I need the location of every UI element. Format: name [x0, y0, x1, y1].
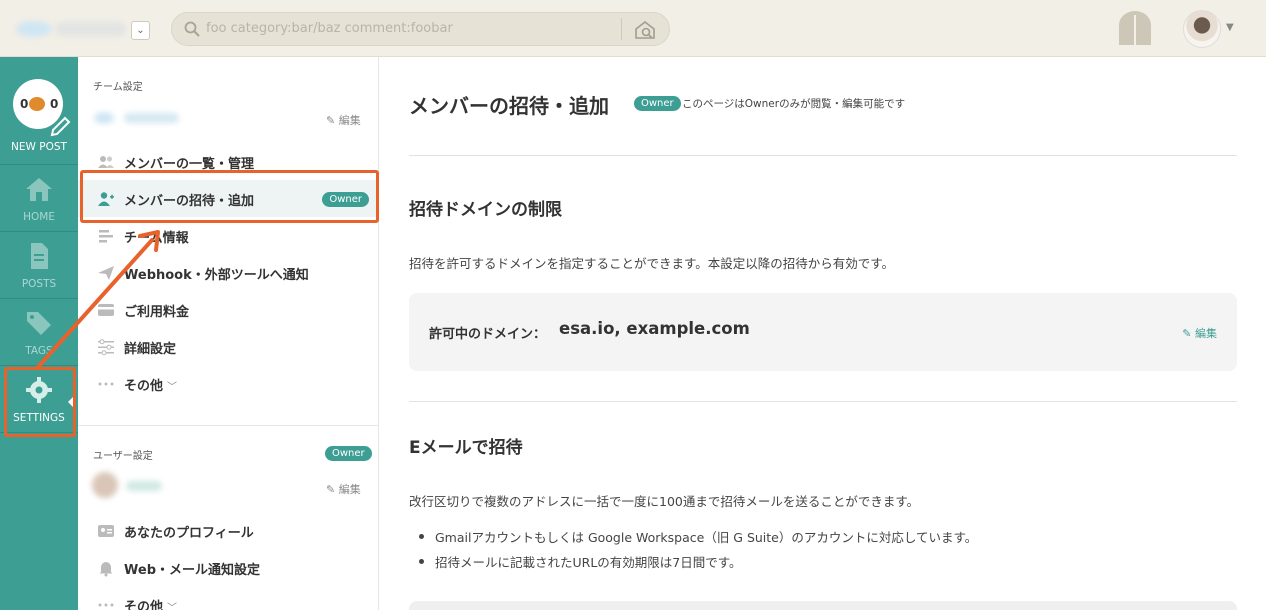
page-title: メンバーの招待・追加 — [409, 94, 609, 118]
left-nav: 0 0 NEW POST HOME POSTS TAGS SETTINGS — [0, 57, 78, 610]
paper-plane-icon — [98, 266, 114, 280]
chevron-down-icon: ﹀ — [167, 382, 178, 393]
main-content: メンバーの招待・追加 Owner このページはOwnerのみが閲覧・編集可能です… — [379, 57, 1266, 610]
search-icon — [184, 21, 200, 37]
id-card-icon — [98, 525, 114, 537]
email-input-area[interactable] — [409, 601, 1237, 610]
team-settings-title: チーム設定 — [93, 82, 143, 93]
highlight-invite-box — [80, 170, 379, 223]
bell-icon — [99, 562, 113, 577]
sidebar-item-profile[interactable]: あなたのプロフィール — [78, 512, 378, 549]
team-edit-link[interactable]: ✎ 編集 — [326, 112, 361, 128]
list-item: 招待メールに記載されたURLの有効期限は7日間です。 — [419, 552, 977, 577]
document-icon — [31, 243, 48, 269]
sidebar-item-billing[interactable]: ご利用料金 — [78, 291, 378, 328]
nav-tags[interactable]: TAGS — [0, 299, 78, 366]
sliders-icon — [98, 339, 114, 356]
list-icon — [99, 230, 113, 243]
nav-posts[interactable]: POSTS — [0, 232, 78, 299]
team-info-blurred — [94, 110, 184, 126]
advanced-search-icon[interactable] — [633, 19, 657, 41]
user-edit-link[interactable]: ✎ 編集 — [326, 481, 361, 497]
new-post-button[interactable]: 0 0 NEW POST — [0, 57, 78, 165]
door-icon[interactable] — [1117, 11, 1153, 45]
allowed-domains-value: esa.io, example.com — [559, 319, 750, 338]
search-input[interactable]: foo category:bar/baz comment:foobar — [206, 21, 453, 36]
pencil-icon — [50, 116, 71, 137]
sidebar-item-notifications[interactable]: Web・メール通知設定 — [78, 549, 378, 586]
user-owner-badge: Owner — [325, 446, 372, 461]
nav-home[interactable]: HOME — [0, 165, 78, 232]
new-post-label: NEW POST — [11, 141, 67, 153]
sidebar-item-team-more[interactable]: その他 ﹀ — [78, 365, 378, 402]
users-icon — [98, 156, 114, 168]
search-bar[interactable]: foo category:bar/baz comment:foobar — [171, 12, 670, 46]
caret-down-icon[interactable]: ▼ — [1226, 22, 1234, 33]
domain-restriction-description: 招待を許可するドメインを指定することができます。本設定以降の招待から有効です。 — [409, 256, 895, 271]
email-invite-description: 改行区切りで複数のアドレスに一括で一度に100通まで招待メールを送ることができま… — [409, 494, 920, 509]
home-icon — [26, 178, 52, 201]
sidebar-item-user-more[interactable]: その他 ﹀ — [78, 586, 378, 610]
email-invite-notes: Gmailアカウントもしくは Google Workspace（旧 G Suit… — [419, 527, 977, 577]
list-item: Gmailアカウントもしくは Google Workspace（旧 G Suit… — [419, 527, 977, 552]
team-switch-dropdown[interactable]: ⌄ — [131, 21, 150, 40]
allowed-domains-box: 許可中のドメイン： esa.io, example.com ✎ 編集 — [409, 293, 1237, 371]
team-logo[interactable] — [14, 10, 54, 46]
more-dots-icon — [98, 603, 114, 607]
highlight-settings-box — [4, 367, 76, 437]
user-settings-title: ユーザー設定 — [93, 451, 153, 462]
settings-sidebar: チーム設定 ✎ 編集 メンバーの一覧・管理 メンバーの招待・追加 Owner チ… — [78, 57, 379, 610]
sidebar-item-advanced[interactable]: 詳細設定 — [78, 328, 378, 365]
user-avatar[interactable] — [1183, 10, 1221, 48]
owner-badge: Owner — [634, 96, 681, 111]
sidebar-item-webhook[interactable]: Webhook・外部ツールへ通知 — [78, 254, 378, 291]
domain-edit-link[interactable]: ✎ 編集 — [1182, 325, 1217, 341]
email-invite-heading: Eメールで招待 — [409, 438, 523, 458]
team-name-blurred[interactable] — [56, 22, 126, 36]
credit-card-icon — [98, 304, 114, 316]
more-dots-icon — [98, 382, 114, 386]
chevron-down-icon: ﹀ — [167, 603, 178, 610]
user-info-blurred — [92, 472, 192, 498]
domain-restriction-heading: 招待ドメインの制限 — [409, 200, 562, 220]
allowed-domains-label: 許可中のドメイン： — [429, 327, 547, 342]
owner-only-note: このページはOwnerのみが閲覧・編集可能です — [682, 98, 906, 110]
tag-icon — [27, 312, 51, 335]
top-bar: ⌄ foo category:bar/baz comment:foobar ▼ — [0, 0, 1266, 57]
